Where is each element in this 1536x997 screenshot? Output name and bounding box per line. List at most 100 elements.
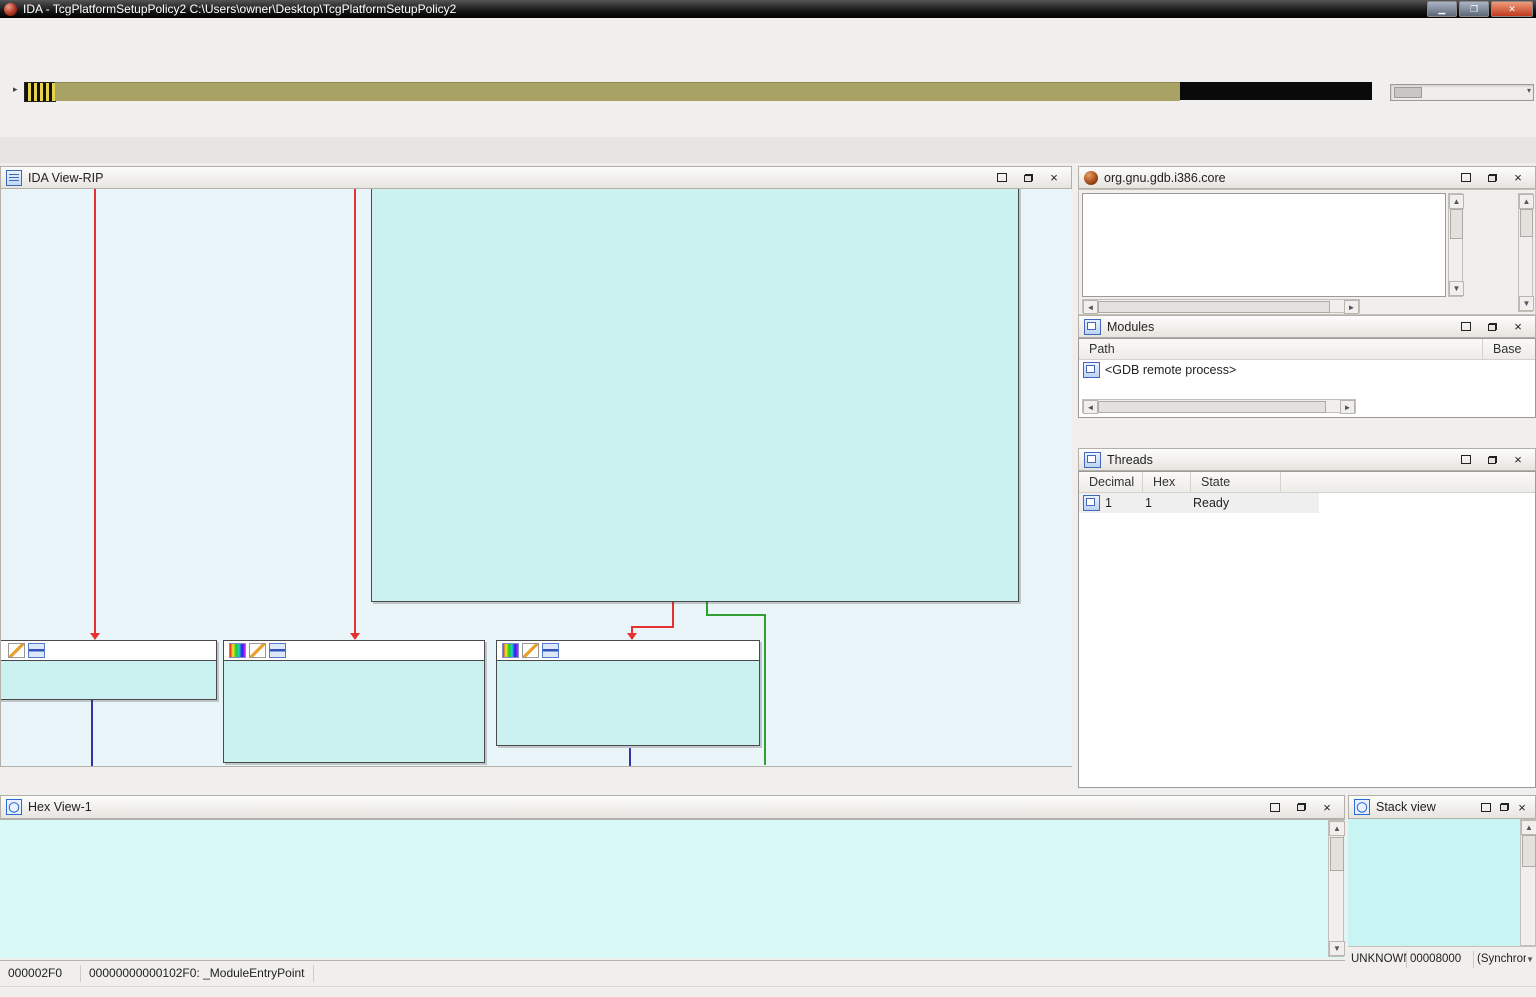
hex-view-restore-button[interactable] xyxy=(1295,801,1307,813)
navigation-band[interactable] xyxy=(55,82,1180,101)
basic-block-c[interactable] xyxy=(496,640,760,746)
navband-zoom-slider[interactable]: ▾ xyxy=(1390,84,1534,101)
threads-header: Decimal Hex State xyxy=(1079,472,1535,493)
node-group-icon[interactable] xyxy=(269,643,286,658)
flags-list[interactable] xyxy=(1468,193,1514,312)
flags-vscrollbar[interactable]: ▲ ▼ xyxy=(1518,193,1533,312)
threads-close-button[interactable]: × xyxy=(1512,454,1524,466)
hex-view-maximize-button[interactable] xyxy=(1269,801,1281,813)
navband-slider-thumb[interactable] xyxy=(1394,87,1422,98)
threads-maximize-button[interactable] xyxy=(1460,454,1472,466)
scroll-right-icon[interactable]: ► xyxy=(1340,400,1355,414)
ida-view-restore-button[interactable] xyxy=(1022,172,1034,184)
registers-panel-title[interactable]: org.gnu.gdb.i386.core × xyxy=(1078,166,1536,189)
modules-column-base[interactable]: Base xyxy=(1483,339,1535,359)
graph-edge-green-3 xyxy=(764,614,766,765)
stack-status-state: UNKNOWN xyxy=(1348,951,1407,968)
scroll-left-icon[interactable]: ◄ xyxy=(1083,300,1098,314)
minimize-button[interactable]: ▁ xyxy=(1427,1,1457,17)
module-row[interactable]: <GDB remote process> xyxy=(1079,360,1535,380)
registers-hscrollbar[interactable]: ◄ ► xyxy=(1082,299,1360,313)
node-edit-icon[interactable] xyxy=(249,643,266,658)
scroll-thumb[interactable] xyxy=(1098,301,1330,313)
scroll-right-icon[interactable]: ► xyxy=(1344,300,1359,314)
debugger-bug-icon xyxy=(1084,171,1098,185)
thread-state: Ready xyxy=(1193,496,1229,510)
stack-maximize-button[interactable] xyxy=(1480,801,1492,813)
hex-status-address: 00000000000102F0: _ModuleEntryPoint xyxy=(81,965,314,982)
scroll-down-icon[interactable]: ▼ xyxy=(1329,941,1345,956)
scroll-thumb[interactable] xyxy=(1520,209,1533,237)
node-group-icon[interactable] xyxy=(28,643,45,658)
registers-close-button[interactable]: × xyxy=(1512,172,1524,184)
modules-panel-title[interactable]: Modules × xyxy=(1078,315,1536,338)
basic-block-main[interactable] xyxy=(371,189,1019,602)
hex-view-icon: ◯ xyxy=(6,799,22,815)
modules-icon xyxy=(1084,319,1101,335)
modules-hscrollbar[interactable]: ◄ ► xyxy=(1082,399,1356,413)
graph-edge-red-c1 xyxy=(672,602,674,628)
hex-dump[interactable] xyxy=(0,819,1345,958)
scroll-down-icon[interactable]: ▼ xyxy=(1449,281,1464,296)
navband-current-position[interactable] xyxy=(24,82,56,102)
scroll-up-icon[interactable]: ▲ xyxy=(1449,194,1464,209)
close-button[interactable]: ✕ xyxy=(1491,1,1533,17)
modules-close-button[interactable]: × xyxy=(1512,321,1524,333)
ida-view-close-button[interactable]: × xyxy=(1048,172,1060,184)
threads-column-hex[interactable]: Hex xyxy=(1143,472,1191,492)
stack-restore-button[interactable] xyxy=(1498,801,1510,813)
hex-status-offset: 000002F0 xyxy=(0,965,81,982)
scroll-thumb[interactable] xyxy=(1522,835,1536,867)
stack-list[interactable] xyxy=(1348,819,1520,946)
ida-view-icon xyxy=(6,170,22,186)
registers-vscrollbar[interactable]: ▲ ▼ xyxy=(1448,193,1463,297)
scroll-thumb[interactable] xyxy=(1330,837,1344,871)
navband-marker-icon: ▸ xyxy=(13,84,18,95)
modules-restore-button[interactable] xyxy=(1486,321,1498,333)
threads-column-state[interactable]: State xyxy=(1191,472,1281,492)
scroll-up-icon[interactable]: ▲ xyxy=(1521,820,1536,835)
modules-maximize-button[interactable] xyxy=(1460,321,1472,333)
ida-view-panel-title[interactable]: IDA View-RIP × xyxy=(0,166,1072,189)
graph-status-bar xyxy=(0,766,1072,789)
node-color-icon[interactable] xyxy=(229,643,246,658)
maximize-button[interactable]: ❐ xyxy=(1459,1,1489,17)
node-color-icon[interactable] xyxy=(502,643,519,658)
registers-title: org.gnu.gdb.i386.core xyxy=(1104,171,1226,185)
registers-maximize-button[interactable] xyxy=(1460,172,1472,184)
hex-vscrollbar[interactable]: ▲ ▼ xyxy=(1328,820,1344,957)
basic-block-a[interactable] xyxy=(0,640,217,700)
node-group-icon[interactable] xyxy=(542,643,559,658)
scroll-thumb[interactable] xyxy=(1450,209,1463,239)
graph-view[interactable] xyxy=(0,189,1072,766)
ida-view-maximize-button[interactable] xyxy=(996,172,1008,184)
scroll-left-icon[interactable]: ◄ xyxy=(1083,400,1098,414)
node-edit-icon[interactable] xyxy=(8,643,25,658)
threads-column-decimal[interactable]: Decimal xyxy=(1079,472,1143,492)
stack-close-button[interactable]: × xyxy=(1516,801,1528,813)
ida-logo-icon xyxy=(4,3,17,16)
stack-status-down-icon[interactable]: ▼ xyxy=(1526,955,1536,964)
thread-decimal: 1 xyxy=(1105,496,1145,510)
navband-black-segment[interactable] xyxy=(1180,82,1372,100)
threads-panel-title[interactable]: Threads × xyxy=(1078,448,1536,471)
scroll-up-icon[interactable]: ▲ xyxy=(1329,821,1345,836)
scroll-down-icon[interactable]: ▼ xyxy=(1519,296,1534,311)
stack-vscrollbar[interactable]: ▲ xyxy=(1520,819,1536,946)
title-bar[interactable]: IDA - TcgPlatformSetupPolicy2 C:\Users\o… xyxy=(0,0,1536,18)
threads-restore-button[interactable] xyxy=(1486,454,1498,466)
module-icon xyxy=(1083,362,1100,378)
basic-block-b[interactable] xyxy=(223,640,485,763)
thread-row[interactable]: 1 1 Ready xyxy=(1079,493,1319,513)
scroll-thumb[interactable] xyxy=(1098,401,1326,413)
hex-view-panel-title[interactable]: ◯ Hex View-1 × xyxy=(0,795,1345,819)
scroll-up-icon[interactable]: ▲ xyxy=(1519,194,1534,209)
node-edit-icon[interactable] xyxy=(522,643,539,658)
modules-column-path[interactable]: Path xyxy=(1079,339,1483,359)
hex-view-close-button[interactable]: × xyxy=(1321,801,1333,813)
stack-view-panel-title[interactable]: ◯ Stack view × xyxy=(1348,795,1536,819)
register-list[interactable] xyxy=(1082,193,1446,297)
threads-title: Threads xyxy=(1107,453,1153,467)
graph-edge-red-mid xyxy=(354,189,356,633)
registers-restore-button[interactable] xyxy=(1486,172,1498,184)
